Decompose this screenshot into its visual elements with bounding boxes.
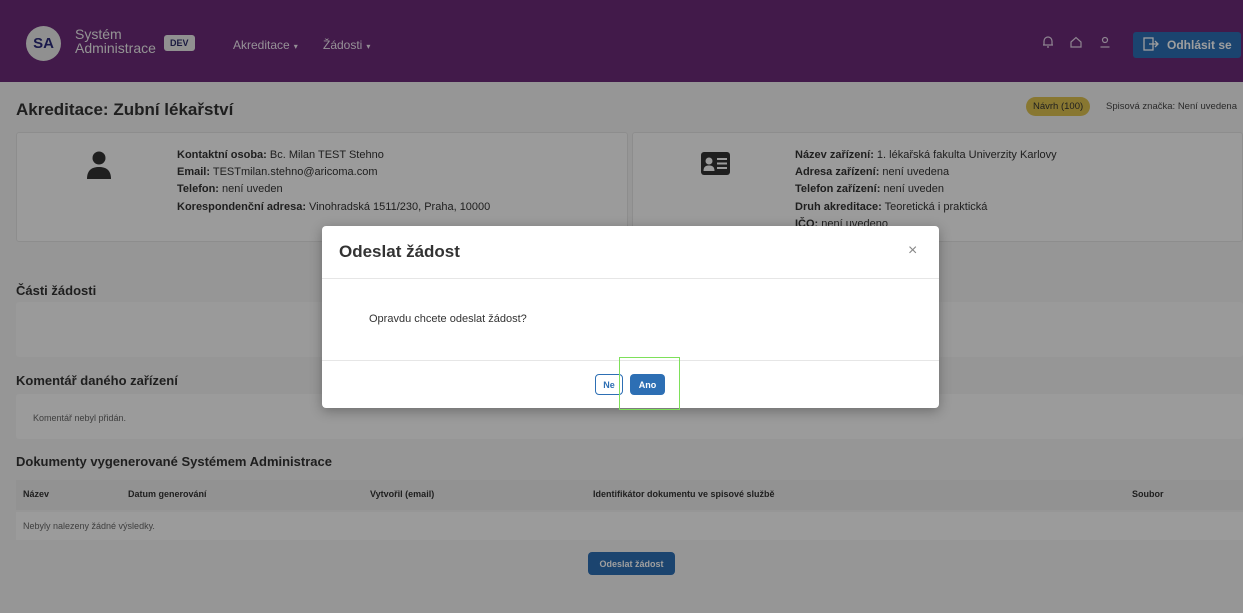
close-icon[interactable]: × [908,242,917,260]
dialog-message: Opravdu chcete odeslat žádost? [369,313,527,325]
click-target-highlight [619,357,680,410]
dialog-header-divider [322,278,939,279]
dialog-title: Odeslat žádost [339,242,460,261]
